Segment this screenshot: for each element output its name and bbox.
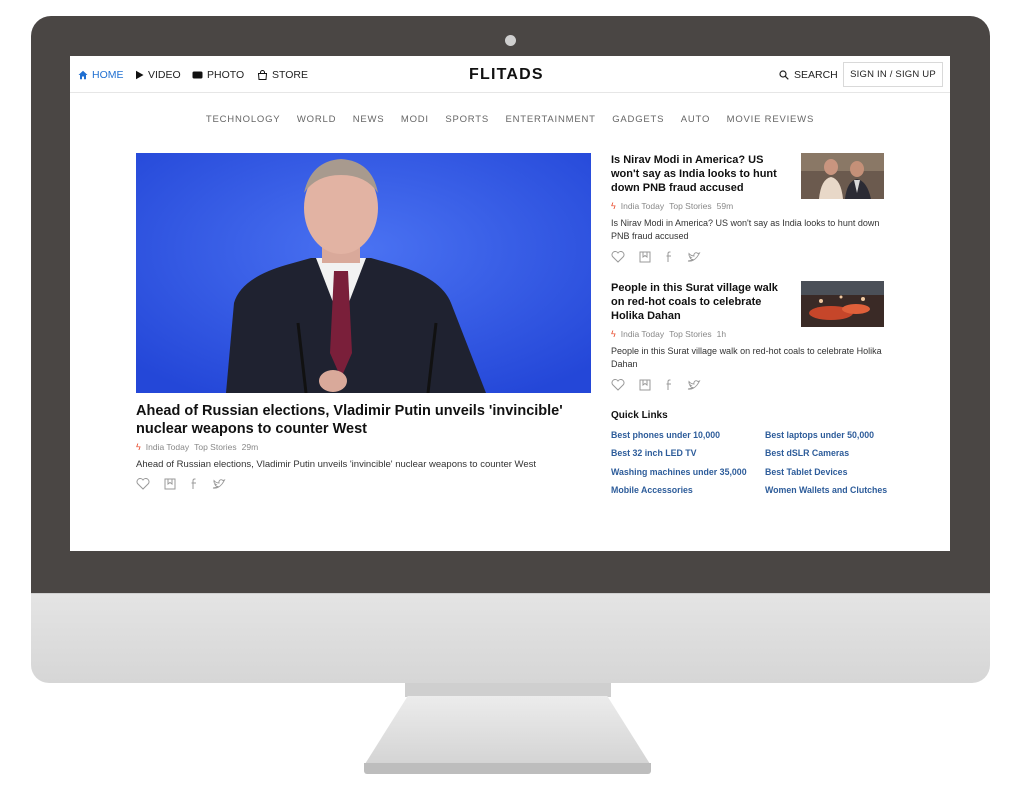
heart-icon[interactable]: [611, 379, 625, 391]
camera-icon: [505, 35, 516, 46]
nav-video-label: VIDEO: [148, 69, 181, 81]
story-time: 1h: [716, 329, 727, 339]
story-section[interactable]: Top Stories: [669, 329, 712, 339]
photo-icon: [192, 71, 203, 79]
monitor-chin: [31, 593, 990, 683]
store-bag-icon: [257, 70, 268, 80]
home-icon: [78, 70, 88, 80]
quick-link[interactable]: Best Tablet Devices: [765, 467, 847, 477]
story-description: People in this Surat village walk on red…: [611, 346, 882, 369]
story-source[interactable]: India Today: [621, 201, 664, 211]
nav-home-link[interactable]: HOME: [78, 69, 124, 81]
quick-link[interactable]: Women Wallets and Clutches: [765, 485, 887, 495]
quick-link[interactable]: Best phones under 10,000: [611, 430, 720, 440]
flash-icon: ϟ: [136, 442, 141, 452]
story-headline[interactable]: People in this Surat village walk on red…: [611, 281, 791, 323]
quick-link[interactable]: Best dSLR Cameras: [765, 448, 849, 458]
search-button[interactable]: SEARCH: [779, 69, 838, 81]
quick-link[interactable]: Washing machines under 35,000: [611, 467, 747, 477]
quick-links-heading: Quick Links: [611, 410, 668, 421]
bookmark-icon[interactable]: [164, 478, 176, 490]
category-modi[interactable]: MODI: [401, 114, 429, 125]
category-movie-reviews[interactable]: MOVIE REVIEWS: [727, 114, 814, 125]
monitor-neck: [405, 683, 611, 697]
flash-icon: ϟ: [611, 201, 616, 211]
category-auto[interactable]: AUTO: [681, 114, 710, 125]
hero-image[interactable]: [136, 153, 591, 393]
search-icon: [779, 70, 789, 80]
nav-store-link[interactable]: STORE: [257, 69, 308, 81]
twitter-icon[interactable]: [687, 251, 701, 263]
twitter-icon[interactable]: [212, 478, 226, 490]
story-description: Is Nirav Modi in America? US won't say a…: [611, 218, 880, 241]
browser-screen: HOME VIDEO PHOTO STORE FLITADS SEARCH SI…: [70, 56, 950, 551]
monitor-stand-base: [364, 763, 651, 774]
category-technology[interactable]: TECHNOLOGY: [206, 114, 281, 125]
category-gadgets[interactable]: GADGETS: [612, 114, 664, 125]
nav-home-label: HOME: [92, 69, 124, 81]
facebook-icon[interactable]: [190, 478, 198, 490]
nav-photo-link[interactable]: PHOTO: [192, 69, 244, 81]
heart-icon[interactable]: [136, 478, 150, 490]
quick-link[interactable]: Best 32 inch LED TV: [611, 448, 697, 458]
bookmark-icon[interactable]: [639, 251, 651, 263]
nav-video-link[interactable]: VIDEO: [135, 69, 181, 81]
hero-source[interactable]: India Today: [146, 442, 189, 452]
facebook-icon[interactable]: [665, 379, 673, 391]
story-thumbnail[interactable]: [801, 281, 884, 327]
flash-icon: ϟ: [611, 329, 616, 339]
sign-in-button[interactable]: SIGN IN / SIGN UP: [843, 62, 943, 87]
hero-section[interactable]: Top Stories: [194, 442, 237, 452]
play-icon: [136, 70, 144, 80]
monitor-mockup: HOME VIDEO PHOTO STORE FLITADS SEARCH SI…: [0, 0, 1020, 796]
story-thumbnail[interactable]: [801, 153, 884, 199]
story-card[interactable]: Is Nirav Modi in America? US won't say a…: [611, 153, 891, 263]
site-logo[interactable]: FLITADS: [469, 66, 544, 84]
hero-time: 29m: [241, 442, 259, 452]
hero-description: Ahead of Russian elections, Vladimir Put…: [136, 459, 537, 470]
nav-store-label: STORE: [272, 69, 308, 81]
nav-photo-label: PHOTO: [207, 69, 245, 81]
speaker-photo: [136, 153, 591, 393]
top-navigation: HOME VIDEO PHOTO STORE FLITADS SEARCH SI…: [70, 56, 950, 93]
quick-link[interactable]: Mobile Accessories: [611, 485, 693, 495]
hero-actions: [136, 478, 226, 490]
category-bar: TECHNOLOGY WORLD NEWS MODI SPORTS ENTERT…: [70, 114, 950, 125]
story-meta: ϟ India Today Top Stories 1h: [611, 329, 891, 339]
story-source[interactable]: India Today: [621, 329, 664, 339]
category-world[interactable]: WORLD: [297, 114, 336, 125]
story-meta: ϟ India Today Top Stories 59m: [611, 201, 891, 211]
story-actions: [611, 379, 891, 391]
facebook-icon[interactable]: [665, 251, 673, 263]
hero-headline[interactable]: Ahead of Russian elections, Vladimir Put…: [136, 402, 596, 438]
story-actions: [611, 251, 891, 263]
fire-walk-photo: [801, 281, 884, 327]
story-headline[interactable]: Is Nirav Modi in America? US won't say a…: [611, 153, 791, 195]
category-news[interactable]: NEWS: [353, 114, 385, 125]
heart-icon[interactable]: [611, 251, 625, 263]
story-card[interactable]: People in this Surat village walk on red…: [611, 281, 891, 391]
category-entertainment[interactable]: ENTERTAINMENT: [505, 114, 595, 125]
bookmark-icon[interactable]: [639, 379, 651, 391]
people-photo: [801, 153, 884, 199]
twitter-icon[interactable]: [687, 379, 701, 391]
search-label: SEARCH: [794, 69, 838, 81]
story-time: 59m: [716, 201, 734, 211]
story-section[interactable]: Top Stories: [669, 201, 712, 211]
quick-link[interactable]: Best laptops under 50,000: [765, 430, 874, 440]
category-sports[interactable]: SPORTS: [445, 114, 489, 125]
monitor-stand: [365, 696, 650, 764]
hero-meta: ϟ India Today Top Stories 29m: [136, 442, 258, 452]
